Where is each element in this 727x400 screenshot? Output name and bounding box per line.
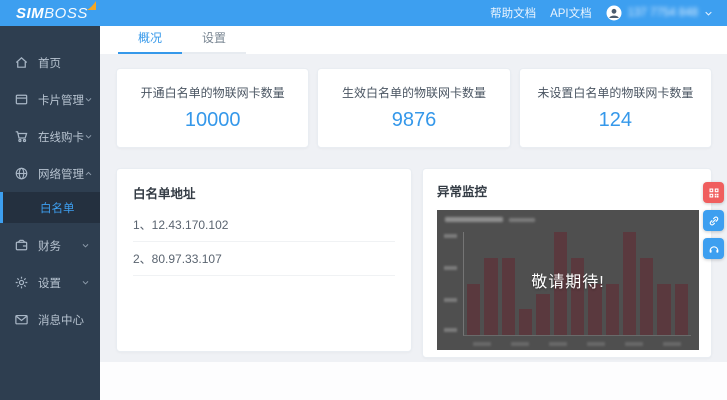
sidebar-item-whitelist[interactable]: 白名单 <box>0 192 100 223</box>
stat-value: 124 <box>598 109 632 131</box>
stat-value: 10000 <box>184 109 241 131</box>
sidebar-item-message-center[interactable]: 消息中心 <box>0 301 100 338</box>
stats-row: 开通白名单的物联网卡数量 10000 生效白名单的物联网卡数量 9876 未设置… <box>116 68 712 148</box>
stat-label: 开通白名单的物联网卡数量 <box>140 86 285 100</box>
cart-icon <box>14 129 29 144</box>
coming-soon-overlay: 敬请期待! <box>531 274 605 291</box>
avatar-icon <box>606 5 622 21</box>
sidebar-item-label: 设置 <box>38 277 61 290</box>
monitor-panel-title: 异常监控 <box>437 185 488 199</box>
message-icon <box>14 312 29 327</box>
main-area: 概况 设置 开通白名单的物联网卡数量 10000 生效白名单的物联网卡数量 98… <box>100 26 727 400</box>
logo-sim: SIM <box>16 4 45 22</box>
gear-icon <box>14 275 29 290</box>
card-icon <box>14 92 29 107</box>
qr-code-button[interactable] <box>703 182 724 203</box>
sidebar-item-network-management[interactable]: 网络管理 <box>0 155 100 192</box>
sidebar-item-buy-cards[interactable]: 在线购卡 <box>0 118 100 155</box>
api-docs-link[interactable]: API文档 <box>550 5 592 21</box>
sidebar-item-label: 卡片管理 <box>38 94 84 107</box>
wallet-icon <box>14 238 29 253</box>
whitelist-panel: 白名单地址 1、12.43.170.102 2、80.97.33.107 <box>116 168 412 352</box>
customer-service-button[interactable] <box>703 238 724 259</box>
chevron-down-icon <box>82 244 89 248</box>
chevron-up-icon <box>85 171 92 176</box>
network-icon <box>14 166 29 181</box>
topbar: SIMBOSS 帮助文档 API文档 137 7754 848 <box>0 0 727 26</box>
logo-swoosh-icon <box>86 0 96 10</box>
user-phone: 137 7754 848 <box>627 7 698 19</box>
floating-buttons <box>703 182 724 259</box>
stat-card-activated: 开通白名单的物联网卡数量 10000 <box>116 68 310 148</box>
sidebar-item-label: 网络管理 <box>38 168 84 181</box>
chevron-down-icon <box>82 281 89 285</box>
whitelist-address-row: 2、80.97.33.107 <box>133 242 395 276</box>
sidebar-item-label: 消息中心 <box>38 314 84 327</box>
headset-icon <box>709 245 718 253</box>
help-docs-link[interactable]: 帮助文档 <box>490 5 536 21</box>
qr-code-icon <box>709 188 718 197</box>
logo-boss: BOSS <box>44 4 88 22</box>
whitelist-address-row: 1、12.43.170.102 <box>133 208 395 242</box>
stat-value: 9876 <box>391 109 437 131</box>
monitor-panel: 异常监控 敬请期待! <box>422 168 712 358</box>
content: 开通白名单的物联网卡数量 10000 生效白名单的物联网卡数量 9876 未设置… <box>100 54 727 400</box>
sidebar-item-label: 在线购卡 <box>38 131 84 144</box>
logo[interactable]: SIMBOSS <box>16 0 96 22</box>
stat-label: 生效白名单的物联网卡数量 <box>341 86 486 100</box>
home-icon <box>14 55 29 70</box>
chevron-down-icon <box>85 135 92 139</box>
whitelist-panel-title: 白名单地址 <box>133 187 196 201</box>
sidebar-subitem-label: 白名单 <box>40 202 75 215</box>
user-menu[interactable]: 137 7754 848 <box>606 5 713 21</box>
link-icon <box>709 216 718 225</box>
contact-link-button[interactable] <box>703 210 724 231</box>
sidebar-item-label: 财务 <box>38 240 61 253</box>
footer-strip <box>100 362 727 400</box>
page: SIMBOSS 帮助文档 API文档 137 7754 848 首页 卡片管理 … <box>0 0 727 400</box>
stat-label: 未设置白名单的物联网卡数量 <box>537 86 694 100</box>
chevron-down-icon <box>705 11 712 16</box>
sidebar: 首页 卡片管理 在线购卡 网络管理 白名单 财务 设置 消息中心 <box>0 26 100 400</box>
sidebar-item-settings[interactable]: 设置 <box>0 264 100 301</box>
monitor-chart: 敬请期待! <box>437 210 699 350</box>
chevron-down-icon <box>85 98 92 102</box>
sidebar-item-home[interactable]: 首页 <box>0 44 100 81</box>
tab-settings[interactable]: 设置 <box>182 24 246 54</box>
tab-overview[interactable]: 概况 <box>118 24 182 54</box>
sidebar-item-card-management[interactable]: 卡片管理 <box>0 81 100 118</box>
sidebar-item-finance[interactable]: 财务 <box>0 227 100 264</box>
stat-card-effective: 生效白名单的物联网卡数量 9876 <box>317 68 511 148</box>
sidebar-item-label: 首页 <box>38 57 61 70</box>
tab-bar: 概况 设置 <box>100 26 727 54</box>
stat-card-unset: 未设置白名单的物联网卡数量 124 <box>518 68 712 148</box>
